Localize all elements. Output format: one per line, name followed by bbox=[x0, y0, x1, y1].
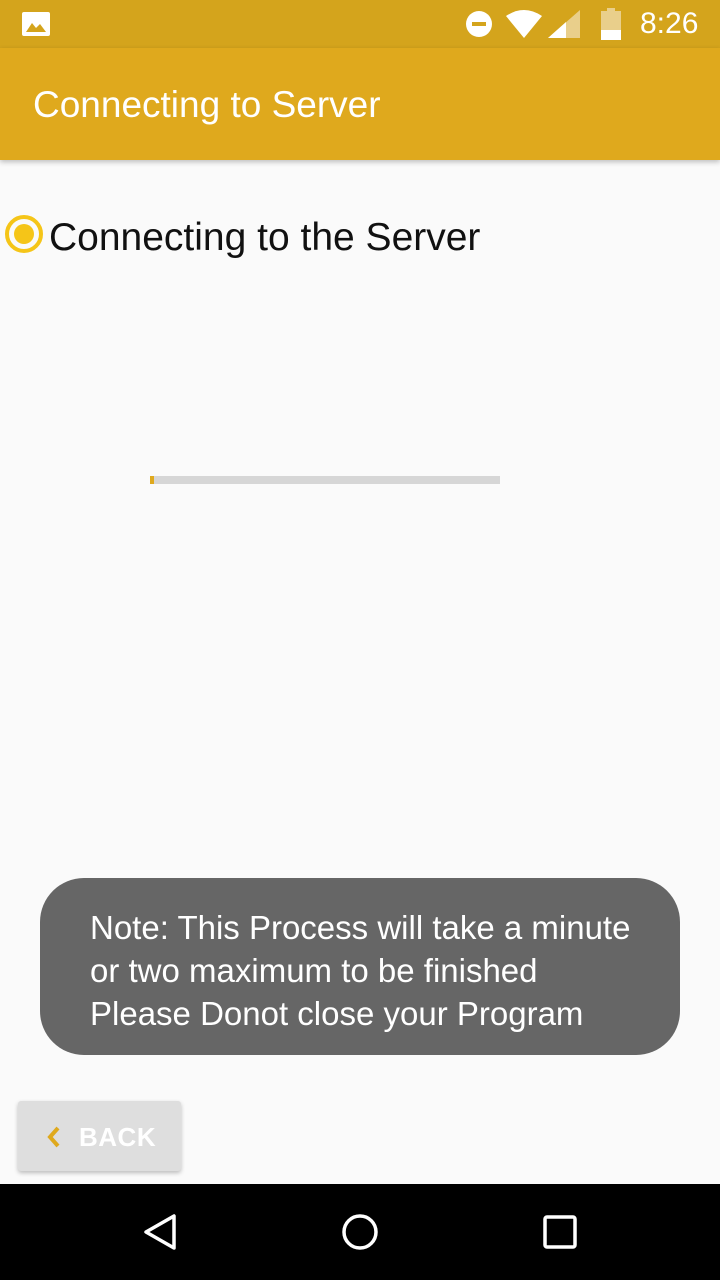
toast-line: or two maximum to be finished bbox=[90, 952, 538, 989]
app-bar: Connecting to Server bbox=[0, 48, 720, 160]
nav-recents-icon[interactable] bbox=[540, 1212, 580, 1252]
status-bar: 8:26 bbox=[0, 0, 720, 48]
gallery-icon bbox=[22, 12, 50, 41]
toast-line: Please Donot close your Program bbox=[90, 995, 584, 1032]
progress-fill bbox=[150, 476, 154, 484]
radio-active-icon bbox=[4, 214, 44, 259]
progress-bar bbox=[150, 476, 500, 484]
page-title: Connecting to Server bbox=[33, 84, 381, 125]
battery-icon bbox=[601, 8, 621, 45]
wifi-icon bbox=[506, 10, 542, 43]
do-not-disturb-icon bbox=[465, 10, 493, 43]
back-button[interactable]: BACK bbox=[18, 1101, 181, 1171]
toast-message: Note: This Process will take a minute or… bbox=[40, 878, 680, 1055]
chevron-left-icon bbox=[46, 1125, 62, 1154]
toast-line: Note: This Process will take a minute bbox=[90, 909, 631, 946]
nav-back-icon[interactable] bbox=[140, 1212, 180, 1252]
step-label: Connecting to the Server bbox=[49, 216, 481, 259]
status-clock: 8:26 bbox=[640, 7, 699, 40]
signal-icon bbox=[548, 10, 580, 43]
back-button-label: BACK bbox=[79, 1122, 157, 1152]
navigation-bar bbox=[0, 1184, 720, 1280]
nav-home-icon[interactable] bbox=[340, 1212, 380, 1252]
